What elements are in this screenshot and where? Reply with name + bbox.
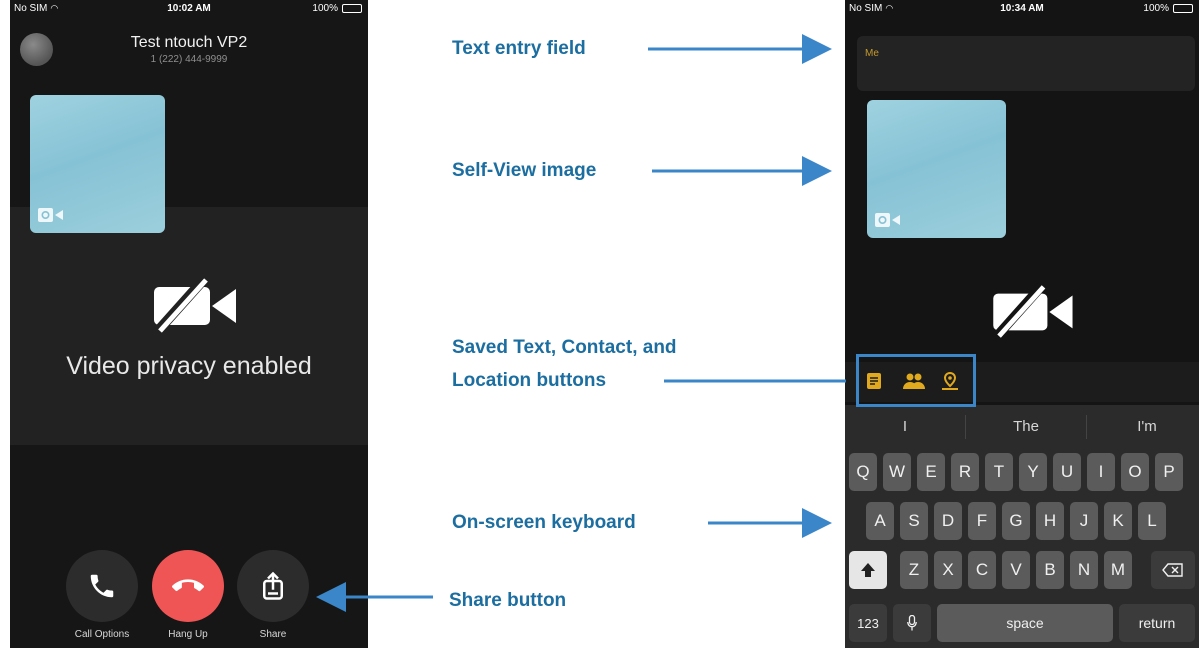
hang-up-button[interactable]: Hang Up [151,550,225,640]
battery-indicator: 100% [1143,3,1193,14]
battery-percent: 100% [1143,3,1169,14]
key-e[interactable]: E [917,453,945,491]
callout-saved-buttons-line1: Saved Text, Contact, and [452,337,677,358]
key-o[interactable]: O [1121,453,1149,491]
key-d[interactable]: D [934,502,962,540]
microphone-icon [907,615,917,631]
suggestion-item[interactable]: I [845,418,965,435]
key-v[interactable]: V [1002,551,1030,589]
battery-indicator: 100% [312,3,362,14]
self-view-image[interactable] [867,100,1006,238]
key-p[interactable]: P [1155,453,1183,491]
return-key[interactable]: return [1119,604,1195,642]
key-r[interactable]: R [951,453,979,491]
switch-camera-icon[interactable] [875,212,901,228]
key-l[interactable]: L [1138,502,1166,540]
key-s[interactable]: S [900,502,928,540]
numbers-key[interactable]: 123 [849,604,887,642]
share-icon [263,571,283,600]
key-a[interactable]: A [866,502,894,540]
status-bar: No SIM ◠ 10:34 AM 100% [845,0,1199,20]
key-j[interactable]: J [1070,502,1098,540]
switch-camera-icon[interactable] [38,207,64,223]
battery-icon [1173,4,1193,13]
key-n[interactable]: N [1070,551,1098,589]
key-y[interactable]: Y [1019,453,1047,491]
space-key[interactable]: space [937,604,1113,642]
sender-label: Me [865,48,879,59]
key-m[interactable]: M [1104,551,1132,589]
key-t[interactable]: T [985,453,1013,491]
callout-text-entry: Text entry field [452,38,586,59]
key-x[interactable]: X [934,551,962,589]
backspace-key[interactable] [1151,551,1195,589]
key-u[interactable]: U [1053,453,1081,491]
callout-keyboard: On-screen keyboard [452,512,636,533]
phone-icon [90,574,114,598]
caller-number: 1 (222) 444-9999 [150,54,228,65]
caller-name: Test ntouch VP2 [130,34,248,51]
hang-up-label: Hang Up [168,629,208,640]
self-view-image[interactable] [30,95,165,233]
key-z[interactable]: Z [900,551,928,589]
key-q[interactable]: Q [849,453,877,491]
call-options-label: Call Options [74,629,130,640]
callout-self-view: Self-View image [452,160,597,181]
call-options-button[interactable]: Call Options [65,550,139,640]
suggestion-bar: I The I'm [845,405,1199,449]
shift-key[interactable] [849,551,887,589]
key-k[interactable]: K [1104,502,1132,540]
key-i[interactable]: I [1087,453,1115,491]
video-off-icon [991,282,1073,340]
text-entry-field[interactable]: Me [857,36,1195,91]
share-label: Share [259,629,287,640]
saved-buttons-highlight [856,354,976,407]
hang-up-icon [172,579,204,592]
callout-share: Share button [449,590,567,611]
key-f[interactable]: F [968,502,996,540]
key-c[interactable]: C [968,551,996,589]
key-h[interactable]: H [1036,502,1064,540]
battery-icon [342,4,362,13]
suggestion-item[interactable]: I'm [1087,418,1199,435]
dictation-key[interactable] [893,604,931,642]
key-b[interactable]: B [1036,551,1064,589]
status-bar: No SIM ◠ 10:02 AM 100% [10,0,368,20]
shift-arrow-icon [861,563,875,577]
key-g[interactable]: G [1002,502,1030,540]
callout-saved-buttons-line2: Location buttons [452,370,607,391]
call-controls: Call Options Hang Up Share [10,550,368,648]
in-call-screen-privacy: No SIM ◠ 10:02 AM 100% Test ntouch VP2 1 … [10,0,368,648]
backspace-icon [1162,563,1183,577]
privacy-message: Video privacy enabled [66,352,312,380]
in-call-screen-text-entry: No SIM ◠ 10:34 AM 100% Me I The I'm Q W … [845,0,1199,648]
video-off-icon [152,275,236,335]
key-w[interactable]: W [883,453,911,491]
on-screen-keyboard: I The I'm Q W E R T Y U I O P A S D F G … [845,405,1199,648]
caller-header: Test ntouch VP2 1 (222) 444-9999 [10,20,368,80]
suggestion-item[interactable]: The [966,418,1086,435]
battery-percent: 100% [312,3,338,14]
share-button[interactable]: Share [236,550,310,640]
